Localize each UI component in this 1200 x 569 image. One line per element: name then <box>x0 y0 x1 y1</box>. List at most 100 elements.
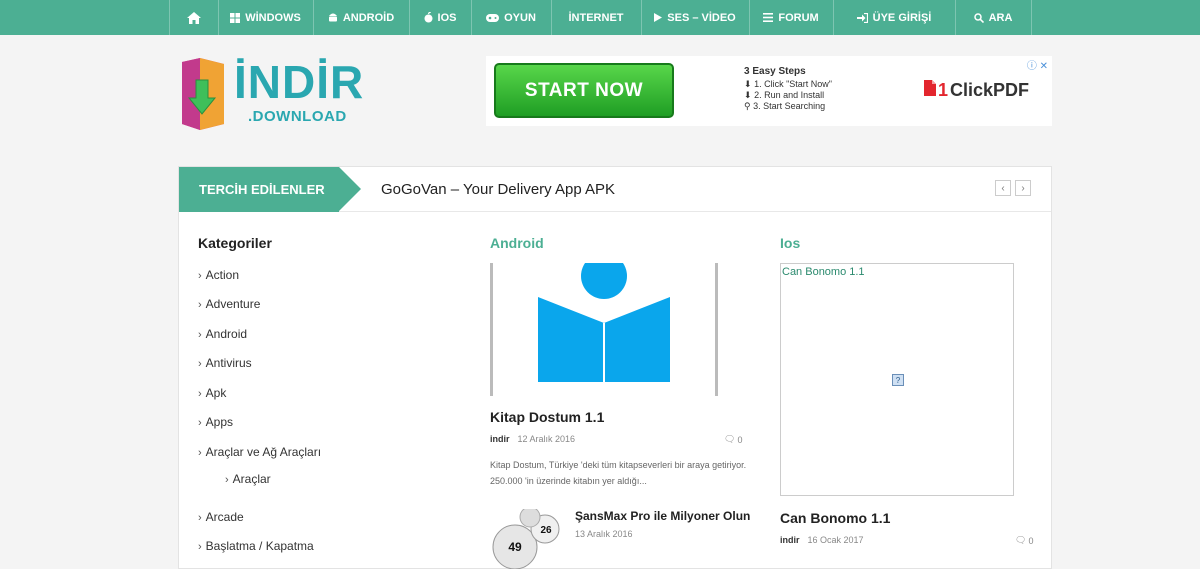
chevron-right-icon: › <box>198 447 202 459</box>
nav-uye-girisi-label: ÜYE GİRİŞİ <box>872 11 932 24</box>
category-item[interactable]: › Antivirus <box>198 356 252 370</box>
post-author[interactable]: indir <box>490 434 510 444</box>
ios-post-meta: indir 16 Ocak 2017 <box>780 535 864 545</box>
category-label: Adventure <box>205 297 261 311</box>
ad-step: ⬇ 1. Click "Start Now" <box>744 79 832 90</box>
category-label: Araçlar ve Ağ Araçları <box>205 445 322 459</box>
post-author[interactable]: indir <box>780 535 800 545</box>
category-label: Antivirus <box>205 356 252 370</box>
nav-uye-girisi[interactable]: ÜYE GİRİŞİ <box>834 0 956 35</box>
chevron-right-icon: › <box>198 388 202 400</box>
nav-android[interactable]: ANDROİD <box>314 0 410 35</box>
site-logo[interactable]: İNDİR .DOWNLOAD <box>178 56 378 134</box>
ad-close-icon[interactable]: ⓘ ✕ <box>1027 57 1048 72</box>
category-item[interactable]: › Apk <box>198 386 226 400</box>
ad-steps: 3 Easy Steps ⬇ 1. Click "Start Now" ⬇ 2.… <box>744 66 832 112</box>
category-item[interactable]: › Apps <box>198 415 233 429</box>
category-label: Arcade <box>205 510 244 524</box>
nav-internet-label: İNTERNET <box>568 11 624 24</box>
ios-section-title[interactable]: Ios <box>780 235 800 251</box>
play-icon <box>654 13 663 22</box>
comment-count: 0 <box>737 434 743 445</box>
ticker-next-button[interactable]: › <box>1015 180 1031 196</box>
android-post-excerpt: Kitap Dostum, Türkiye 'deki tüm kitapsev… <box>490 460 747 486</box>
comment-icon: 🗨 <box>724 434 736 444</box>
ad-step-text: 3. Start Searching <box>753 101 826 111</box>
top-navigation: WİNDOWS ANDROİD IOS OYUN İNTERNET SES – … <box>0 0 1200 35</box>
windows-icon <box>230 12 241 23</box>
featured-ticker: TERCİH EDİLENLER GoGoVan – Your Delivery… <box>179 167 1051 212</box>
login-icon <box>856 12 868 23</box>
search-icon: ⚲ <box>744 101 751 111</box>
lottery-balls-image: 49 26 <box>492 509 560 569</box>
nav-forum[interactable]: FORUM <box>750 0 834 35</box>
category-item[interactable]: › Araçlar ve Ağ Araçları <box>198 445 321 459</box>
nav-windows[interactable]: WİNDOWS <box>219 0 314 35</box>
post-date: 16 Ocak 2017 <box>807 535 864 545</box>
category-item[interactable]: › Adventure <box>198 297 260 311</box>
nav-ses-video-label: SES – VİDEO <box>667 11 736 24</box>
ad-step: ⚲ 3. Start Searching <box>744 101 832 112</box>
comment-count: 0 <box>1028 535 1034 546</box>
subcategory-item[interactable]: › Araçlar <box>225 472 271 486</box>
nav-home[interactable] <box>168 0 219 35</box>
nav-oyun-label: OYUN <box>504 11 536 24</box>
logo-title: İNDİR <box>234 56 365 108</box>
nav-android-label: ANDROİD <box>342 11 395 24</box>
open-book-icon <box>538 253 670 382</box>
category-label: Apk <box>205 386 227 400</box>
ad-brand-logo: 1 ClickPDF <box>924 80 1029 101</box>
nav-ses-video[interactable]: SES – VİDEO <box>642 0 750 35</box>
logo-download-box-icon <box>182 58 224 130</box>
ticker-headline[interactable]: GoGoVan – Your Delivery App APK <box>381 181 615 198</box>
android-post-comments[interactable]: 🗨 0 <box>724 434 742 445</box>
download-icon: ⬇ <box>744 79 752 89</box>
ad-step: ⬇ 2. Run and Install <box>744 90 832 101</box>
nav-ara[interactable]: ARA <box>956 0 1032 35</box>
categories-title: Kategoriler <box>198 235 272 251</box>
logo-subtitle: .DOWNLOAD <box>248 108 347 125</box>
category-item[interactable]: › Action <box>198 268 239 282</box>
kitap-dostum-image[interactable] <box>490 253 718 396</box>
search-icon <box>973 12 984 23</box>
ad-start-now-button[interactable]: START NOW <box>494 63 674 118</box>
nav-ios[interactable]: IOS <box>410 0 472 35</box>
chevron-right-icon: › <box>198 358 202 370</box>
category-item[interactable]: › Başlatma / Kapatma <box>198 539 314 553</box>
nav-windows-label: WİNDOWS <box>245 11 301 24</box>
ad-step-text: 2. Run and Install <box>754 90 825 100</box>
nav-internet[interactable]: İNTERNET <box>552 0 642 35</box>
sansmax-post-title[interactable]: ŞansMax Pro ile Milyoner Olun <box>575 509 750 523</box>
ticker-arrow <box>339 167 361 211</box>
pdf-icon <box>924 80 936 101</box>
android-section-title[interactable]: Android <box>490 235 544 251</box>
chevron-right-icon: › <box>198 541 202 553</box>
ios-post-comments[interactable]: 🗨 0 <box>1015 535 1033 546</box>
ticker-prev-button[interactable]: ‹ <box>995 180 1011 196</box>
chevron-right-icon: › <box>198 329 202 341</box>
chevron-right-icon: › <box>198 417 202 429</box>
image-alt-text: Can Bonomo 1.1 <box>782 266 865 278</box>
can-bonomo-image[interactable]: Can Bonomo 1.1 ? <box>780 263 1014 496</box>
nav-ara-label: ARA <box>988 11 1013 24</box>
chevron-right-icon: › <box>198 270 202 282</box>
broken-image-icon: ? <box>892 374 904 386</box>
category-label: Apps <box>205 415 234 429</box>
gamepad-icon <box>486 13 500 22</box>
sansmax-thumbnail[interactable]: 49 26 <box>490 509 560 569</box>
menu-icon <box>763 13 774 22</box>
android-post-title[interactable]: Kitap Dostum 1.1 <box>490 409 604 425</box>
nav-oyun[interactable]: OYUN <box>472 0 552 35</box>
post-date: 12 Aralık 2016 <box>517 434 576 444</box>
ad-steps-title: 3 Easy Steps <box>744 66 806 77</box>
android-icon <box>328 12 338 23</box>
advertisement-banner[interactable]: START NOW 3 Easy Steps ⬇ 1. Click "Start… <box>486 56 1052 126</box>
ad-brand-number: 1 <box>938 80 949 100</box>
ticker-label: TERCİH EDİLENLER <box>179 167 339 212</box>
ios-post-title[interactable]: Can Bonomo 1.1 <box>780 510 890 526</box>
category-item[interactable]: › Arcade <box>198 510 244 524</box>
ad-step-text: 1. Click "Start Now" <box>754 79 832 89</box>
category-item[interactable]: › Android <box>198 327 247 341</box>
chevron-right-icon: › <box>198 512 202 524</box>
sansmax-post-date: 13 Aralık 2016 <box>575 529 633 539</box>
